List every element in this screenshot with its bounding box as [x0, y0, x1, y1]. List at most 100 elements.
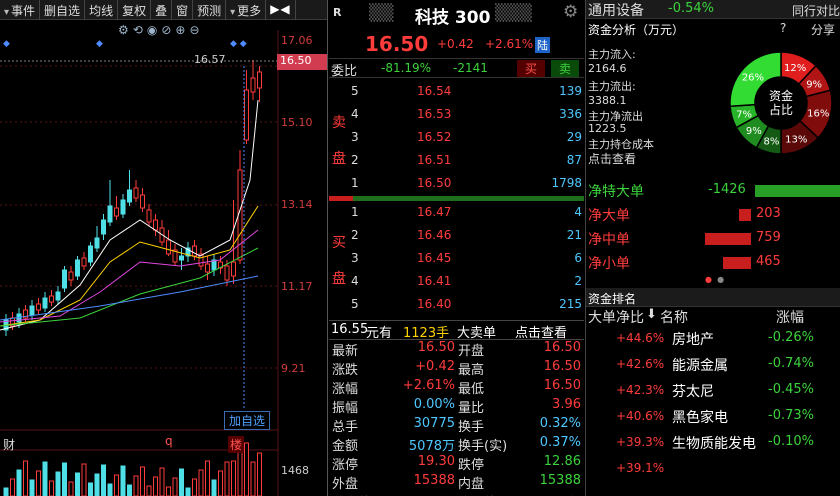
- candle-up: [192, 245, 197, 257]
- candle-up: [224, 265, 230, 281]
- big-order-link[interactable]: 点击查看: [515, 322, 567, 341]
- donut-slice-label: 26%: [742, 73, 764, 84]
- sector-bar: 通用设备 -0.54% 同行对比: [586, 0, 840, 19]
- stat-value: 0.00%: [413, 397, 455, 412]
- ranking-row[interactable]: +39.3% 生物质能发电 -0.10%: [586, 432, 840, 458]
- big-order-row: 16.55 元有 1123手 大卖单 点击查看: [329, 320, 584, 341]
- stat-label: 内盘: [458, 477, 485, 492]
- volume-bar: [107, 483, 113, 496]
- help-icon[interactable]: ?: [780, 21, 786, 35]
- stat-label: 换手(实): [458, 439, 508, 454]
- current-price-tag: 16.50: [277, 54, 327, 70]
- kline-svg: ◆ ◆ ◆ ◆: [0, 30, 279, 496]
- volume-bar: [3, 487, 9, 496]
- volume-bar: [146, 485, 152, 496]
- volume-bar: [224, 461, 230, 496]
- stat-label: 换手: [458, 420, 485, 435]
- net-order-label: 净特大单: [588, 184, 644, 200]
- sell-button[interactable]: 卖: [551, 60, 579, 77]
- toolbar-events[interactable]: 事件: [0, 0, 41, 20]
- net-order-bar: [755, 185, 840, 197]
- add-to-watchlist-button[interactable]: 加自选: [224, 411, 271, 430]
- toolbar-nav-arrows-icon[interactable]: ▶◀: [266, 0, 296, 20]
- volume-bar: [133, 475, 139, 496]
- sector-name[interactable]: 通用设备: [588, 0, 644, 20]
- book-divider-bar: [329, 196, 584, 201]
- candle-up: [133, 187, 139, 199]
- volume-bar: [42, 461, 48, 496]
- stock-name-masked: ▒▒: [369, 3, 394, 22]
- volume-bar: [153, 476, 158, 496]
- candle-down: [88, 245, 93, 263]
- volume-bar: [211, 479, 217, 496]
- buy-level-3[interactable]: 3 16.45 6: [329, 251, 584, 271]
- sell-level-3[interactable]: 3 16.52 29: [329, 130, 584, 150]
- same-industry-compare[interactable]: 同行对比: [792, 2, 840, 19]
- volume-bar: [94, 473, 100, 496]
- volume-bar: [166, 486, 171, 496]
- net-order-label: 净小单: [588, 256, 630, 272]
- volume-bar: [23, 460, 28, 496]
- candle-up: [140, 194, 145, 209]
- rank-pct: -0.45%: [768, 382, 814, 397]
- toolbar-more[interactable]: 更多: [226, 0, 267, 20]
- ranking-row[interactable]: +44.6% 房地产 -0.26%: [586, 328, 840, 354]
- stat-value: 12.86: [543, 454, 581, 469]
- event-marker-q[interactable]: q: [165, 434, 173, 448]
- toolbar-overlay[interactable]: 叠: [151, 0, 173, 20]
- diamond-marker-mid: ◆: [96, 39, 103, 49]
- quote-panel: R ▒▒ 科技 300 ▒▒▒ ⚙ 16.50 +0.42 +2.61% 陆 委…: [329, 0, 584, 496]
- ranking-list: +44.6% 房地产 -0.26% +42.6% 能源金属 -0.74% +42.3% 芬太尼…: [586, 328, 840, 496]
- candle-up: [244, 89, 249, 141]
- donut-center-label: 资金 占比: [768, 89, 793, 117]
- sell-level-1[interactable]: 1 16.50 1798: [329, 176, 584, 196]
- sort-down-icon[interactable]: ⬇: [646, 307, 657, 322]
- ranking-row[interactable]: +40.6% 黑色家电 -0.73%: [586, 406, 840, 432]
- sell-level-2[interactable]: 2 16.51 87: [329, 153, 584, 173]
- gear-icon[interactable]: ⚙: [563, 2, 578, 22]
- last-price: 16.50: [365, 32, 429, 56]
- ranking-header: 资金排名: [586, 288, 840, 307]
- volume-bar: [179, 468, 184, 496]
- volume-bar: [55, 471, 61, 496]
- buy-button[interactable]: 买: [517, 60, 545, 77]
- volume-bar: [244, 442, 249, 496]
- fund-cost-link[interactable]: 点击查看: [588, 150, 636, 167]
- toolbar-forecast[interactable]: 预测: [193, 0, 227, 20]
- axis-price-4: 11.17: [281, 280, 313, 293]
- candle-down: [120, 199, 126, 215]
- buy-level-2[interactable]: 2 16.46 21: [329, 228, 584, 248]
- candle-down: [75, 259, 80, 277]
- volume-bar: [81, 463, 87, 496]
- ranking-row[interactable]: +42.6% 能源金属 -0.74%: [586, 354, 840, 380]
- axis-price-5: 9.21: [281, 362, 306, 375]
- buy-level-5[interactable]: 5 16.40 215: [329, 297, 584, 317]
- rank-name: 能源金属: [672, 358, 728, 374]
- col-pct[interactable]: 涨幅: [776, 307, 804, 327]
- candle-up: [166, 239, 171, 255]
- page-dots[interactable]: ● ●: [705, 275, 724, 284]
- net-order-row: 净中单 759: [586, 228, 840, 250]
- kline-chart-panel[interactable]: 事件 删自选 均线 复权 叠 窗 预测 更多 ▶◀ ⚙⟲◉⊘⊕⊖ ◆ ◆ ◆ ◆…: [0, 0, 328, 496]
- toolbar-remove-watch[interactable]: 删自选: [40, 0, 86, 20]
- buy-level-4[interactable]: 4 16.41 2: [329, 274, 584, 294]
- chart-gridlines: [0, 65, 278, 369]
- toolbar-adjust[interactable]: 复权: [118, 0, 152, 20]
- event-marker-building[interactable]: 楼: [228, 436, 245, 453]
- sell-level-5[interactable]: 5 16.54 139: [329, 84, 584, 104]
- price-change: +0.42: [437, 37, 474, 51]
- candle-up: [205, 263, 210, 273]
- event-marker-finance[interactable]: 财: [3, 436, 15, 453]
- toolbar-ma[interactable]: 均线: [85, 0, 119, 20]
- col-name[interactable]: 名称: [660, 307, 688, 327]
- stat-value: 16.50: [543, 378, 581, 393]
- share-button[interactable]: 分享: [811, 21, 835, 38]
- toolbar-window[interactable]: 窗: [172, 0, 194, 20]
- sell-level-4[interactable]: 4 16.53 336: [329, 107, 584, 127]
- buy-level-1[interactable]: 1 16.47 4: [329, 205, 584, 225]
- candle-down: [29, 305, 35, 316]
- net-order-bar: [723, 257, 751, 269]
- ranking-row[interactable]: +42.3% 芬太尼 -0.45%: [586, 380, 840, 406]
- ranking-row[interactable]: +39.1%: [586, 458, 840, 484]
- col-ratio[interactable]: 大单净比: [588, 307, 644, 327]
